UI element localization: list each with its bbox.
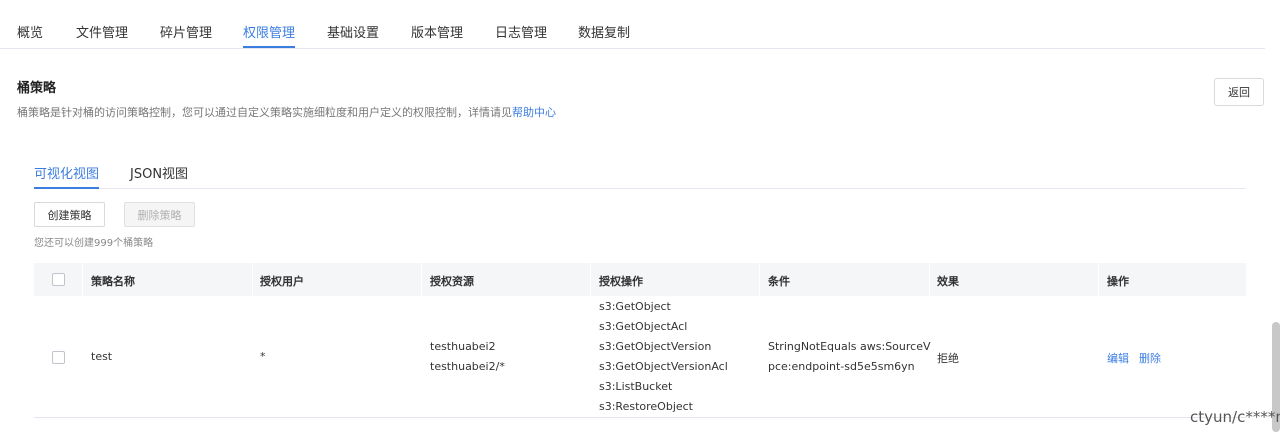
policy-table: 策略名称 授权用户 授权资源 授权操作 条件 效果 操作 test * test… bbox=[34, 263, 1246, 418]
table-header: 策略名称 授权用户 授权资源 授权操作 条件 效果 操作 bbox=[34, 263, 1246, 296]
column-divider bbox=[759, 263, 760, 296]
policy-count-hint: 您还可以创建999个桶策略 bbox=[34, 238, 154, 249]
watermark: ctyun/c****n bbox=[1190, 408, 1280, 426]
tab-basic-settings[interactable]: 基础设置 bbox=[327, 22, 379, 41]
column-header-authorized-resource: 授权资源 bbox=[430, 275, 474, 288]
tab-json-view[interactable]: JSON视图 bbox=[130, 163, 188, 182]
edit-link[interactable]: 编辑 bbox=[1107, 352, 1129, 365]
top-nav: 概览 文件管理 碎片管理 权限管理 基础设置 版本管理 日志管理 数据复制 bbox=[0, 0, 1265, 49]
column-divider bbox=[1098, 263, 1099, 296]
page-title: 桶策略 bbox=[17, 81, 57, 96]
operation-item: s3:GetObjectVersion bbox=[599, 340, 712, 353]
tab-fragment-management[interactable]: 碎片管理 bbox=[160, 22, 212, 41]
authorized-operations: s3:GetObject s3:GetObjectAcl s3:GetObjec… bbox=[599, 297, 728, 417]
operation-item: s3:RestoreObject bbox=[599, 400, 693, 413]
table-row: test * testhuabei2 testhuabei2/* s3:GetO… bbox=[34, 296, 1246, 418]
create-policy-button[interactable]: 创建策略 bbox=[34, 202, 105, 227]
resource-item: testhuabei2/* bbox=[430, 360, 505, 373]
tab-log-management[interactable]: 日志管理 bbox=[495, 22, 547, 41]
column-header-effect: 效果 bbox=[937, 275, 959, 288]
back-button[interactable]: 返回 bbox=[1214, 78, 1264, 106]
authorized-user: * bbox=[260, 350, 266, 363]
tab-permission-management[interactable]: 权限管理 bbox=[243, 22, 296, 48]
column-divider bbox=[421, 263, 422, 296]
tab-data-replication[interactable]: 数据复制 bbox=[578, 22, 630, 41]
policy-name: test bbox=[91, 350, 113, 363]
condition-line: StringNotEquals aws:SourceV bbox=[768, 340, 931, 353]
row-actions: 编辑 删除 bbox=[1107, 350, 1171, 366]
authorized-resources: testhuabei2 testhuabei2/* bbox=[430, 337, 505, 377]
description-text: 桶策略是针对桶的访问策略控制，您可以通过自定义策略实施细粒度和用户定义的权限控制… bbox=[17, 106, 512, 119]
column-header-authorized-operation: 授权操作 bbox=[599, 275, 643, 288]
operation-item: s3:GetObject bbox=[599, 300, 671, 313]
column-header-actions: 操作 bbox=[1107, 275, 1129, 288]
tab-version-management[interactable]: 版本管理 bbox=[411, 22, 463, 41]
column-divider bbox=[252, 263, 253, 296]
operation-item: s3:ListBucket bbox=[599, 380, 673, 393]
tab-overview[interactable]: 概览 bbox=[17, 22, 43, 41]
help-center-link[interactable]: 帮助中心 bbox=[512, 106, 556, 119]
tab-visual-view[interactable]: 可视化视图 bbox=[34, 163, 100, 189]
column-divider bbox=[590, 263, 591, 296]
select-all-checkbox[interactable] bbox=[52, 273, 65, 286]
operation-item: s3:GetObjectVersionAcl bbox=[599, 360, 728, 373]
delete-link[interactable]: 删除 bbox=[1139, 352, 1161, 365]
delete-policy-button[interactable]: 删除策略 bbox=[124, 202, 195, 227]
column-divider bbox=[82, 263, 83, 296]
condition: StringNotEquals aws:SourceV pce:endpoint… bbox=[768, 337, 931, 377]
resource-item: testhuabei2 bbox=[430, 340, 496, 353]
column-header-authorized-user: 授权用户 bbox=[260, 275, 304, 288]
tab-file-management[interactable]: 文件管理 bbox=[76, 22, 128, 41]
column-divider bbox=[929, 263, 930, 296]
view-tabs: 可视化视图 JSON视图 bbox=[34, 155, 1246, 189]
column-header-condition: 条件 bbox=[768, 275, 790, 288]
page-description: 桶策略是针对桶的访问策略控制，您可以通过自定义策略实施细粒度和用户定义的权限控制… bbox=[17, 104, 556, 120]
condition-line: pce:endpoint-sd5e5sm6yn bbox=[768, 360, 915, 373]
effect: 拒绝 bbox=[937, 352, 959, 365]
column-header-policy-name: 策略名称 bbox=[91, 275, 135, 288]
operation-item: s3:GetObjectAcl bbox=[599, 320, 688, 333]
row-checkbox[interactable] bbox=[52, 351, 65, 364]
